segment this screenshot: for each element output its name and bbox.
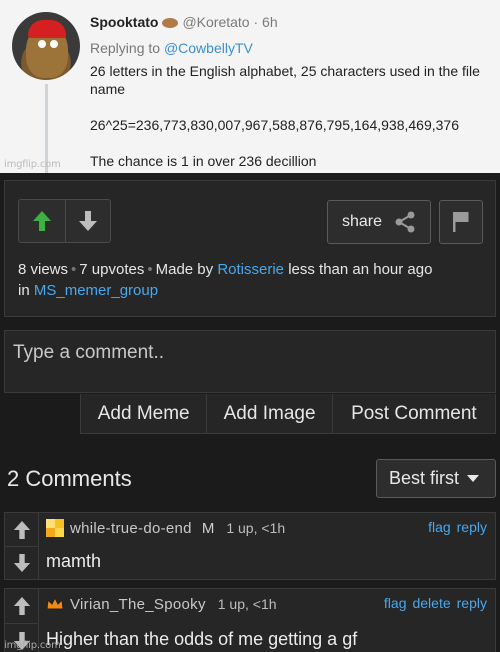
upvote-button[interactable] (19, 200, 65, 242)
composer-actions: Add Meme Add Image Post Comment (80, 394, 496, 434)
potato-emoji-icon (162, 18, 179, 29)
comment-username[interactable]: Virian_The_Spooky (70, 596, 206, 613)
vote-group (18, 199, 111, 243)
comment-placeholder: Type a comment.. (13, 342, 165, 363)
post-meta: 8 views • 7 upvotes • Made by Rotisserie les… (18, 261, 433, 299)
share-button[interactable]: share (327, 200, 431, 244)
imgflip-watermark: imgflip.com (4, 640, 61, 651)
comment-text: mamth (46, 551, 102, 571)
flag-link[interactable]: flag (384, 595, 407, 611)
comment-text: Higher than the odds of me getting a gf (46, 629, 358, 649)
arrow-down-icon (13, 554, 30, 572)
add-meme-button[interactable]: Add Meme (81, 394, 206, 433)
comment-upvote-button[interactable] (5, 589, 38, 623)
flag-icon (453, 212, 469, 232)
comment-vote-group (5, 513, 39, 579)
flag-button[interactable] (439, 200, 483, 244)
comment-header: Virian_The_Spooky 1 up, <1h (46, 595, 277, 613)
post-comment-button[interactable]: Post Comment (331, 394, 495, 433)
sort-selected-value: Best first (389, 468, 460, 488)
comment-input[interactable]: Type a comment.. (4, 330, 496, 393)
delete-link[interactable]: delete (412, 595, 450, 611)
sort-select[interactable]: Best first (376, 459, 496, 498)
imgflip-watermark: imgflip.com (4, 159, 61, 170)
crown-avatar-icon (46, 595, 64, 613)
mod-badge: M (201, 519, 215, 537)
comment-item: while-true-do-end M 1 up, <1h flag reply… (4, 512, 496, 580)
tweet-author: Spooktato @Koretato · 6h (90, 14, 278, 30)
post-panel: share 8 views • 7 upvotes • Made by Rotisser… (4, 180, 496, 317)
arrow-up-icon (13, 597, 30, 615)
comment-actions: flag delete reply (384, 595, 487, 611)
arrow-up-icon (13, 520, 30, 539)
comment-stats: 1 up, <1h (217, 596, 277, 612)
comment-header: while-true-do-end M 1 up, <1h (46, 519, 285, 537)
share-label: share (341, 213, 383, 230)
replying-to: Replying to @CowbellyTV (90, 40, 253, 56)
meme-image: Spooktato @Koretato · 6h Replying to @Cow… (0, 0, 500, 173)
view-count: 8 views (18, 261, 69, 278)
tweet-body: 26 letters in the English alphabet, 25 c… (90, 62, 490, 173)
comment-upvote-button[interactable] (5, 513, 38, 546)
upvote-count: 7 upvotes (79, 261, 145, 278)
caret-down-icon (467, 475, 480, 482)
downvote-button[interactable] (64, 200, 111, 242)
reply-link[interactable]: reply (457, 595, 487, 611)
post-time: less than an hour ago (288, 261, 433, 278)
author-link[interactable]: Rotisserie (217, 261, 284, 278)
comment-item: Virian_The_Spooky 1 up, <1h flag delete … (4, 588, 496, 652)
arrow-up-icon (32, 211, 51, 231)
comment-stats: 1 up, <1h (226, 520, 286, 536)
stream-link[interactable]: MS_memer_group (34, 282, 158, 299)
comment-downvote-button[interactable] (5, 546, 38, 579)
share-icon (395, 211, 415, 233)
tweet-line: 26 letters in the English alphabet, 25 c… (90, 63, 480, 97)
tweet-line: 26^25=236,773,830,007,967,588,876,795,16… (90, 117, 459, 133)
pinwheel-avatar-icon (46, 519, 64, 537)
comments-count-title: 2 Comments (7, 466, 132, 491)
comment-actions: flag reply (428, 519, 487, 535)
tweet-line: The chance is 1 in over 236 decillion (90, 153, 317, 169)
flag-link[interactable]: flag (428, 519, 451, 535)
add-image-button[interactable]: Add Image (206, 394, 331, 433)
comment-username[interactable]: while-true-do-end (70, 520, 192, 537)
reply-link[interactable]: reply (457, 519, 487, 535)
arrow-down-icon (78, 211, 97, 231)
potato-avatar (12, 12, 80, 80)
